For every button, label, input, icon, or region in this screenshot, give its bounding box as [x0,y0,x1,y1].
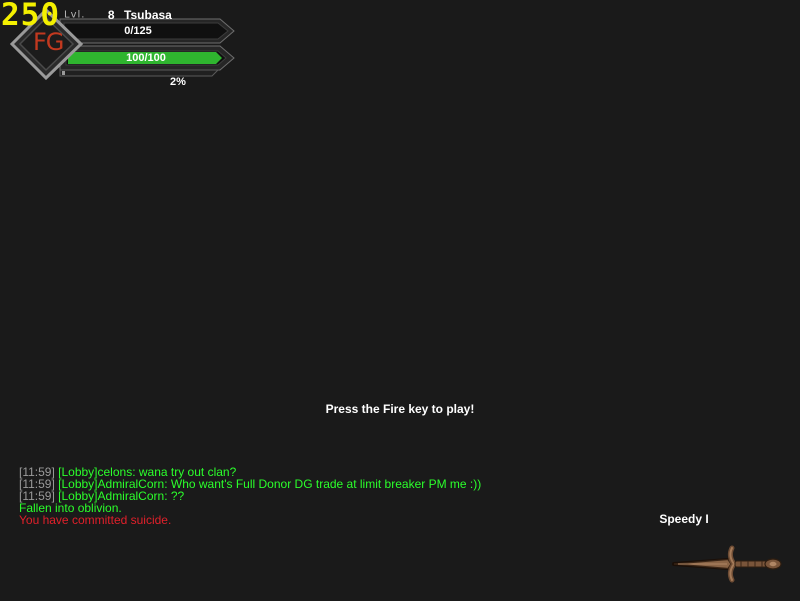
fps-counter: 250 [1,0,60,33]
player-name: Tsubasa [124,7,172,22]
dagger-icon [672,545,782,583]
level-value: 8 [107,7,115,22]
chat-line: You have committed suicide. [19,514,481,526]
play-prompt: Press the Fire key to play! [325,402,475,416]
level-label: Lvl. [64,9,86,21]
level-row: Lvl. 8 Tsubasa [64,6,172,22]
hp-text: 100/100 [126,52,166,64]
chat-log: [11:59] [Lobby]celons: wana try out clan… [19,466,481,526]
chat-message: You have committed suicide. [19,513,172,527]
emblem-label: FG [33,28,64,56]
weapon-name: Speedy I [659,512,709,526]
game-screen: FG 250 Lvl. 8 Tsubasa 0/125 100/100 2% P… [0,0,800,601]
xp-text: 0/125 [124,25,152,37]
ammo-percent-text: 2% [170,76,186,88]
